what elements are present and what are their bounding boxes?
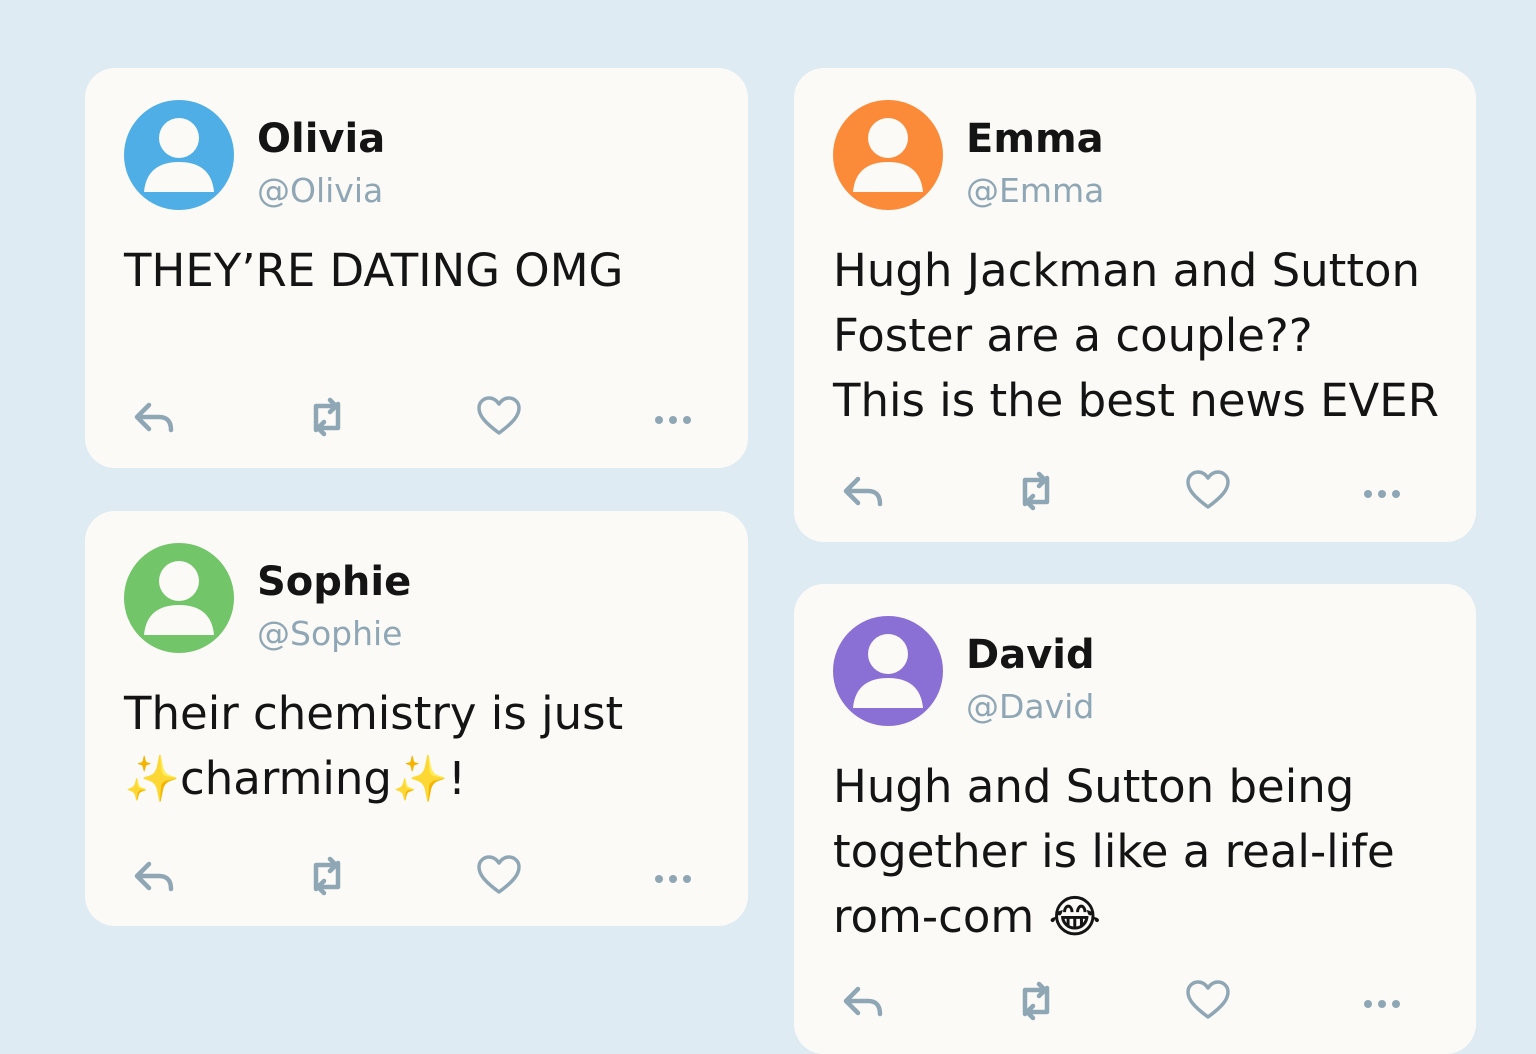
reply-button[interactable] — [838, 976, 888, 1026]
user-handle[interactable]: @Emma — [966, 169, 1104, 213]
tweet-text: THEY’RE DATING OMG — [124, 238, 744, 303]
reply-icon — [843, 986, 883, 1017]
more-options-button[interactable] — [1357, 466, 1407, 516]
like-button[interactable] — [474, 851, 524, 901]
reply-button[interactable] — [838, 466, 888, 516]
tweet-text: Hugh Jackman and Sutton Foster are a cou… — [833, 238, 1453, 433]
reply-icon — [843, 476, 883, 507]
tweet-text-line: Hugh Jackman and Sutton — [833, 244, 1421, 297]
more-options-icon — [655, 875, 691, 883]
retweet-button[interactable] — [1011, 976, 1061, 1026]
more-options-button[interactable] — [648, 392, 698, 442]
user-name[interactable]: David — [966, 630, 1095, 680]
retweet-icon — [313, 397, 341, 437]
more-options-icon — [1364, 1000, 1400, 1008]
avatar[interactable] — [833, 616, 943, 726]
retweet-button[interactable] — [1011, 466, 1061, 516]
tweet-card[interactable]: Sophie @Sophie Their chemistry is just ✨… — [85, 511, 748, 926]
tweet-card[interactable]: Olivia @Olivia THEY’RE DATING OMG — [85, 68, 748, 468]
reply-icon — [134, 402, 174, 433]
tweet-actions — [85, 392, 748, 442]
tweet-card[interactable]: David @David Hugh and Sutton being toget… — [794, 584, 1476, 1054]
retweet-icon — [1022, 471, 1050, 511]
like-button[interactable] — [1183, 466, 1233, 516]
retweet-button[interactable] — [302, 392, 352, 442]
tweet-text-line: together is like a real-life — [833, 825, 1395, 878]
tweet-actions — [85, 851, 748, 901]
tweet-text-line: Foster are a couple?? — [833, 309, 1313, 362]
more-options-icon — [655, 416, 691, 424]
more-options-icon — [1364, 490, 1400, 498]
tweet-actions — [794, 976, 1476, 1026]
like-heart-icon — [477, 855, 521, 894]
user-handle[interactable]: @Olivia — [257, 169, 383, 213]
like-heart-icon — [1186, 980, 1230, 1019]
like-button[interactable] — [1183, 976, 1233, 1026]
tweet-text: Their chemistry is just ✨charming✨! — [124, 681, 744, 811]
tweet-text: Hugh and Sutton being together is like a… — [833, 754, 1453, 949]
reply-icon — [134, 861, 174, 892]
tweet-text-line: Their chemistry is just — [124, 687, 624, 740]
retweet-icon — [1022, 981, 1050, 1021]
tweet-actions — [794, 466, 1476, 516]
avatar[interactable] — [833, 100, 943, 210]
retweet-button[interactable] — [302, 851, 352, 901]
reply-button[interactable] — [129, 392, 179, 442]
like-button[interactable] — [474, 392, 524, 442]
tweet-card[interactable]: Emma @Emma Hugh Jackman and Sutton Foste… — [794, 68, 1476, 542]
user-name[interactable]: Emma — [966, 114, 1104, 164]
tweet-text-line: Hugh and Sutton being — [833, 760, 1355, 813]
more-options-button[interactable] — [1357, 976, 1407, 1026]
user-handle[interactable]: @Sophie — [257, 612, 402, 656]
like-heart-icon — [477, 396, 521, 435]
user-handle[interactable]: @David — [966, 685, 1094, 729]
tweet-text-line: THEY’RE DATING OMG — [124, 244, 624, 297]
avatar[interactable] — [124, 543, 234, 653]
user-name[interactable]: Olivia — [257, 114, 385, 164]
like-heart-icon — [1186, 470, 1230, 509]
tweet-text-line: ✨charming✨! — [124, 752, 467, 805]
retweet-icon — [313, 856, 341, 896]
tweet-text-line: This is the best news EVER — [833, 374, 1439, 427]
reply-button[interactable] — [129, 851, 179, 901]
tweet-text-line: rom-com 😂 — [833, 890, 1102, 943]
more-options-button[interactable] — [648, 851, 698, 901]
user-name[interactable]: Sophie — [257, 557, 411, 607]
avatar[interactable] — [124, 100, 234, 210]
